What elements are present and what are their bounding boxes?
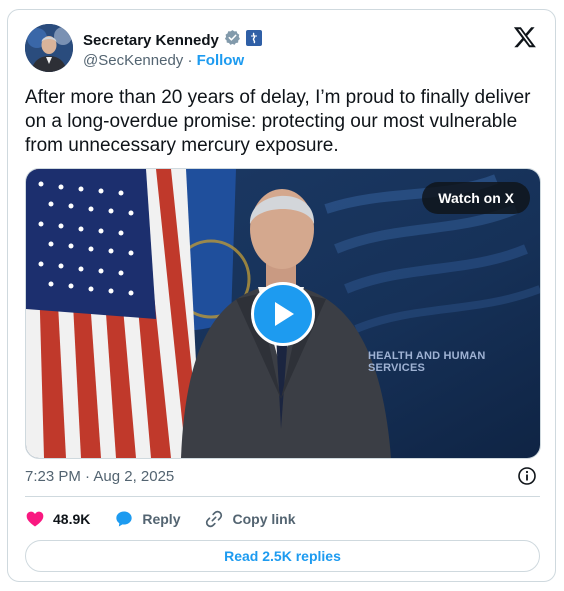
info-icon[interactable] (517, 466, 537, 486)
action-bar: 48.9K Reply Copy link (25, 508, 320, 530)
like-button[interactable]: 48.9K (25, 509, 90, 529)
x-logo-icon[interactable] (513, 25, 537, 49)
read-replies-button[interactable]: Read 2.5K replies (25, 540, 540, 572)
like-count: 48.9K (53, 511, 91, 527)
avatar[interactable] (25, 24, 73, 72)
reply-bubble-icon (116, 511, 133, 527)
play-button[interactable] (251, 282, 315, 346)
copy-link-button[interactable]: Copy link (204, 509, 296, 529)
handle-row: @SecKennedy · Follow (83, 52, 244, 69)
separator-dot: · (187, 52, 193, 69)
tweet-text: After more than 20 years of delay, I’m p… (25, 87, 531, 156)
government-affiliation-icon (245, 29, 262, 51)
divider (25, 496, 540, 497)
watch-on-x-button[interactable]: Watch on X (422, 182, 530, 214)
tweet-card: Secretary Kennedy @SecKennedy · Follow A… (7, 9, 556, 582)
reply-label: Reply (142, 511, 181, 527)
author-name[interactable]: Secretary Kennedy (83, 32, 219, 49)
link-icon (206, 510, 223, 528)
author-name-row: Secretary Kennedy (83, 29, 262, 51)
copy-link-label: Copy link (232, 511, 296, 527)
follow-button[interactable]: Follow (197, 52, 245, 69)
tweet-timestamp[interactable]: 7:23 PM · Aug 2, 2025 (25, 468, 174, 485)
heart-icon (26, 511, 44, 527)
hhs-background-text: HEALTH AND HUMAN SERVICES (368, 350, 486, 374)
verified-badge-icon (224, 29, 241, 51)
video-player[interactable]: Watch on X HEALTH AND HUMAN SERVICES (25, 168, 541, 459)
reply-button[interactable]: Reply (114, 509, 180, 529)
play-icon (275, 302, 294, 326)
author-handle[interactable]: @SecKennedy (83, 52, 183, 69)
